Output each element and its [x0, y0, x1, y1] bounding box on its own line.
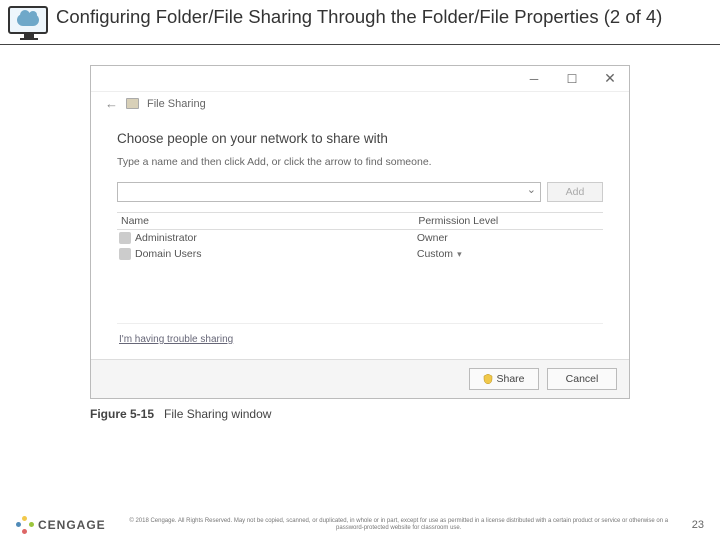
dialog-heading: Choose people on your network to share w… — [117, 131, 603, 146]
brand-dots-icon — [16, 516, 34, 534]
table-row[interactable]: Domain Users Custom ▾ — [117, 246, 603, 262]
maximize-button[interactable]: ☐ — [553, 66, 591, 91]
slide-title: Configuring Folder/File Sharing Through … — [56, 6, 662, 28]
back-arrow-icon[interactable]: ← — [105, 96, 118, 111]
folder-icon — [126, 98, 139, 109]
trouble-sharing-link[interactable]: I'm having trouble sharing — [119, 334, 603, 345]
window-title: File Sharing — [147, 98, 206, 110]
row-permission: Owner — [417, 232, 448, 244]
group-icon — [119, 248, 131, 260]
slide-footer: CENGAGE © 2018 Cengage. All Rights Reser… — [0, 516, 720, 534]
monitor-cloud-icon — [8, 6, 50, 40]
figure-text: File Sharing window — [164, 407, 271, 421]
table-row[interactable]: Administrator Owner — [117, 230, 603, 246]
figure-label: Figure 5-15 — [90, 407, 154, 421]
user-icon — [119, 232, 131, 244]
copyright-text: © 2018 Cengage. All Rights Reserved. May… — [106, 518, 692, 532]
page-number: 23 — [692, 519, 704, 531]
table-header: Name Permission Level — [117, 212, 603, 230]
brand-name: CENGAGE — [38, 518, 106, 532]
chevron-down-icon[interactable]: ▾ — [457, 249, 462, 260]
row-name: Domain Users — [135, 248, 417, 260]
file-sharing-window: ─ ☐ ✕ ← File Sharing Choose people on yo… — [90, 65, 630, 399]
minimize-button[interactable]: ─ — [515, 66, 553, 91]
window-footer: Share Cancel — [91, 359, 629, 398]
table-empty-space — [117, 262, 603, 324]
col-name: Name — [117, 215, 418, 227]
row-name: Administrator — [135, 232, 417, 244]
figure-area: ─ ☐ ✕ ← File Sharing Choose people on yo… — [0, 45, 720, 421]
window-titlebar: ─ ☐ ✕ — [91, 66, 629, 92]
col-permission: Permission Level — [418, 215, 603, 227]
close-button[interactable]: ✕ — [591, 66, 629, 91]
name-combobox[interactable] — [117, 182, 541, 202]
row-permission: Custom — [417, 248, 453, 260]
slide-header: Configuring Folder/File Sharing Through … — [0, 0, 720, 45]
brand-logo: CENGAGE — [16, 516, 106, 534]
cancel-button[interactable]: Cancel — [547, 368, 617, 390]
shield-icon — [483, 374, 493, 384]
figure-caption: Figure 5-15 File Sharing window — [90, 407, 630, 421]
share-button[interactable]: Share — [469, 368, 539, 390]
window-subheader: ← File Sharing — [91, 92, 629, 115]
dialog-instruction: Type a name and then click Add, or click… — [117, 156, 603, 168]
add-button[interactable]: Add — [547, 182, 603, 202]
